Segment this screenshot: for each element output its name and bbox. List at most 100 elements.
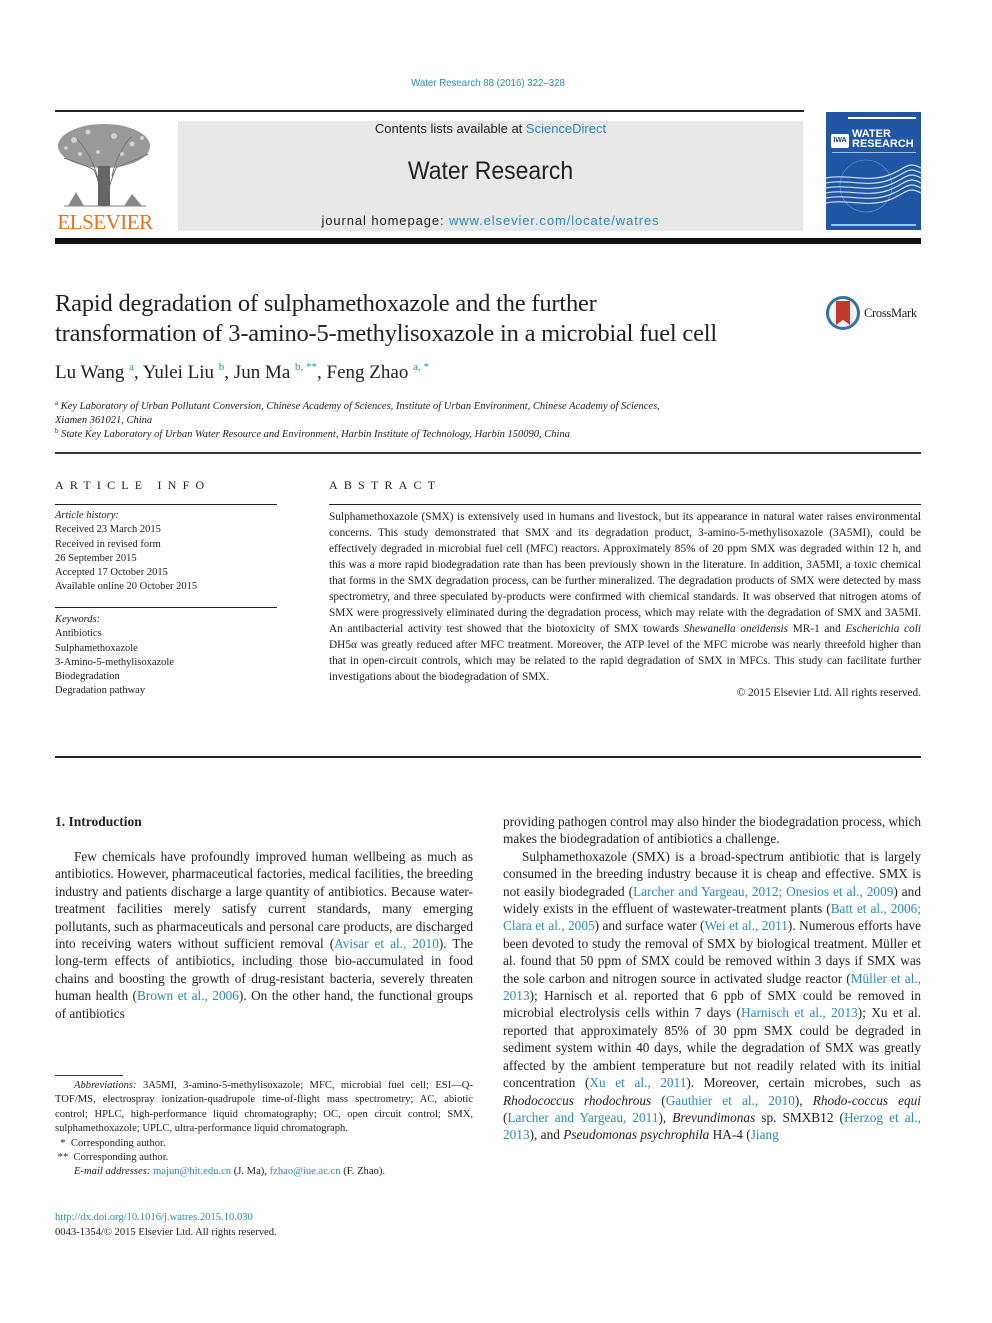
iwa-logo: IWA <box>831 134 849 148</box>
keywords-rule <box>55 607 277 608</box>
paragraph: providing pathogen control may also hind… <box>503 814 922 847</box>
keyword-item: Degradation pathway <box>55 685 146 697</box>
journal-citation[interactable]: Water Research 88 (2016) 322–328 <box>39 77 937 89</box>
history-item: Received in revised form <box>55 538 161 550</box>
keywords: Keywords: Antibiotics Sulphamethoxazole … <box>55 613 174 699</box>
email-owner: (J. Ma), <box>231 1166 270 1178</box>
header-rule <box>55 110 804 112</box>
article-info-heading: ARTICLE INFO <box>55 478 211 492</box>
reference-link[interactable]: Larcher and Yargeau, 2011 <box>507 1110 658 1125</box>
sciencedirect-link[interactable]: ScienceDirect <box>526 121 606 136</box>
cover-wave-graphic <box>826 159 921 213</box>
contents-prefix: Contents lists available at <box>374 121 526 136</box>
abstract-rule <box>329 504 921 505</box>
doi-block: http://dx.doi.org/10.1016/j.watres.2015.… <box>55 1211 277 1240</box>
email-link[interactable]: fzhao@iue.ac.cn <box>270 1166 341 1177</box>
abstract-text: DH5α was greatly reduced after MFC treat… <box>329 639 921 683</box>
doi-link[interactable]: http://dx.doi.org/10.1016/j.watres.2015.… <box>55 1212 253 1223</box>
homepage-link[interactable]: www.elsevier.com/locate/watres <box>449 213 660 228</box>
corresponding-author-note: ** Corresponding author. <box>55 1152 169 1164</box>
abbreviations-label: Abbreviations: <box>74 1080 137 1091</box>
reference-link[interactable]: Xu et al., 2011 <box>589 1075 686 1090</box>
keyword-item: Antibiotics <box>55 628 102 640</box>
reference-link[interactable]: Harnisch et al., 2013 <box>741 1005 858 1020</box>
abstract-text: MR-1 and <box>788 623 846 635</box>
reference-link[interactable]: Larcher and Yargeau, 2012; Onesios et al… <box>633 884 893 899</box>
reference-link[interactable]: Brown et al., 2006 <box>137 988 239 1003</box>
article-history-label: Article history: <box>55 510 119 521</box>
affiliation-mark: b <box>55 427 59 435</box>
affiliation-text: Key Laboratory of Urban Pollutant Conver… <box>60 401 660 412</box>
article-history: Article history: Received 23 March 2015 … <box>55 509 197 595</box>
species-name: Pseudomonas psychrophila <box>563 1127 710 1143</box>
body-text: ) and surface water ( <box>594 918 705 934</box>
footnotes: Abbreviations: 3A5MI, 3-amino-5-methylis… <box>55 1079 473 1180</box>
species-name: Rhodococcus rhodochrous <box>503 1092 652 1108</box>
paragraph: Sulphamethoxazole (SMX) is a broad-spect… <box>503 848 921 1144</box>
author-affiliation-mark[interactable]: a, * <box>413 361 429 373</box>
author-name[interactable]: Feng Zhao <box>327 362 409 383</box>
cover-bottom-bar <box>831 224 916 226</box>
abbreviations-footnote: Abbreviations: 3A5MI, 3-amino-5-methylis… <box>55 1079 473 1137</box>
crossmark-button[interactable]: CrossMark <box>826 296 926 336</box>
paragraph: Few chemicals have profoundly improved h… <box>55 848 473 1022</box>
cover-title-line2: RESEARCH <box>852 138 914 150</box>
affiliation-text: State Key Laboratory of Urban Water Reso… <box>61 429 570 440</box>
abstract-text: Sulphamethoxazole (SMX) is extensively u… <box>329 511 921 635</box>
body-text: ). Moreover, certain microbes, such as <box>686 1075 921 1091</box>
author-name[interactable]: Jun Ma <box>234 362 290 383</box>
article-title-line2: transformation of 3-amino-5-methylisoxaz… <box>55 320 717 347</box>
author-name[interactable]: Yulei Liu <box>143 362 214 383</box>
contents-available-line: Contents lists available at ScienceDirec… <box>178 121 803 136</box>
species-name: Escherichia coli <box>845 623 921 635</box>
affiliation-mark: a <box>55 399 59 407</box>
article-title-line1: Rapid degradation of sulphamethoxazole a… <box>55 290 597 317</box>
abstract-bottom-rule <box>55 756 921 758</box>
abstract-body: Sulphamethoxazole (SMX) is extensively u… <box>329 509 921 701</box>
article-info-rule <box>55 504 277 505</box>
reference-link[interactable]: Jiang <box>751 1127 779 1142</box>
keyword-item: 3-Amino-5-methylisoxazole <box>55 656 174 668</box>
body-column-right: providing pathogen control may also hind… <box>503 813 921 1144</box>
email-addresses: E-mail addresses: majun@hit.edu.cn (J. M… <box>55 1165 473 1179</box>
journal-name: Water Research <box>407 157 574 185</box>
keywords-label: Keywords: <box>55 614 101 625</box>
section-heading-introduction: 1. Introduction <box>55 814 142 829</box>
reference-link[interactable]: Avisar et al., 2010 <box>334 936 439 951</box>
body-text: ( <box>651 1092 666 1108</box>
email-owner: (F. Zhao). <box>340 1166 386 1178</box>
author-list: Lu Wang a, Yulei Liu b, Jun Ma b, **, Fe… <box>55 361 429 383</box>
email-link[interactable]: majun@hit.edu.cn <box>153 1166 231 1177</box>
body-text: ), and <box>529 1127 564 1143</box>
reference-link[interactable]: Wei et al., 2011 <box>704 918 787 933</box>
cover-subtitle-rule <box>832 152 916 153</box>
crossmark-label: CrossMark <box>864 306 917 320</box>
email-label: E-mail addresses: <box>74 1166 151 1178</box>
issn-copyright: 0043-1354/© 2015 Elsevier Ltd. All right… <box>55 1226 277 1238</box>
author-affiliation-mark[interactable]: a <box>129 361 134 373</box>
abstract-copyright: © 2015 Elsevier Ltd. All rights reserved… <box>736 687 921 699</box>
journal-homepage-line: journal homepage: www.elsevier.com/locat… <box>178 213 803 228</box>
author-affiliation-mark[interactable]: b <box>219 361 225 373</box>
journal-cover-thumbnail[interactable]: IWA WATER RESEARCH <box>826 112 921 230</box>
cover-title: WATER RESEARCH <box>852 129 914 150</box>
article-title: Rapid degradation of sulphamethoxazole a… <box>55 289 815 349</box>
history-item: Accepted 17 October 2015 <box>55 567 168 579</box>
keyword-item: Biodegradation <box>55 671 120 683</box>
history-item: Available online 20 October 2015 <box>55 581 198 593</box>
homepage-prefix: journal homepage: <box>321 213 449 228</box>
corresponding-author-note: * Corresponding author. <box>55 1137 166 1149</box>
keyword-item: Sulphamethoxazole <box>55 642 138 654</box>
reference-link[interactable]: Gauthier et al., 2010 <box>666 1093 795 1108</box>
footnote-rule <box>55 1075 123 1076</box>
journal-header-box: Contents lists available at ScienceDirec… <box>178 121 803 231</box>
author-name[interactable]: Lu Wang <box>55 362 124 383</box>
body-text: ), <box>794 1092 813 1108</box>
body-column-left: Few chemicals have profoundly improved h… <box>55 848 473 1022</box>
species-name: Shewanella oneidensis <box>683 623 789 635</box>
author-affiliation-mark[interactable]: b, ** <box>295 361 317 373</box>
body-text: sp. SMXB12 ( <box>755 1109 844 1125</box>
header-thick-rule <box>55 238 921 244</box>
elsevier-wordmark[interactable]: ELSEVIER <box>54 210 156 235</box>
front-matter-rule <box>55 452 921 454</box>
